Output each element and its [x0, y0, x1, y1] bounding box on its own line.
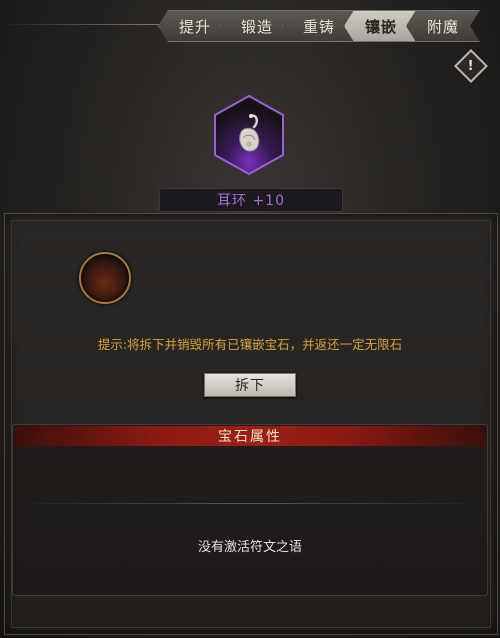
top-decor-line — [0, 24, 160, 25]
item-slot[interactable] — [213, 94, 285, 176]
item-name: 耳环 +10 — [159, 188, 343, 212]
gem-attributes-panel — [12, 424, 488, 596]
runeword-status: 没有激活符文之语 — [197, 540, 302, 555]
gem-socket[interactable] — [79, 252, 131, 304]
tab-enchant[interactable]: 附魔 — [406, 10, 480, 42]
info-icon[interactable]: ! — [454, 49, 488, 83]
gem-attributes-header: 宝石属性 — [14, 426, 486, 446]
exclamation-icon: ! — [468, 58, 474, 74]
remove-gems-button[interactable]: 拆下 — [204, 373, 296, 397]
attributes-divider — [14, 503, 484, 504]
tab-bar: 提升 锻造 重铸 镶嵌 附魔 — [158, 10, 498, 42]
hint-text: 提示:将拆下并销毁所有已镶嵌宝石，并返还一定无限石 — [97, 337, 403, 352]
